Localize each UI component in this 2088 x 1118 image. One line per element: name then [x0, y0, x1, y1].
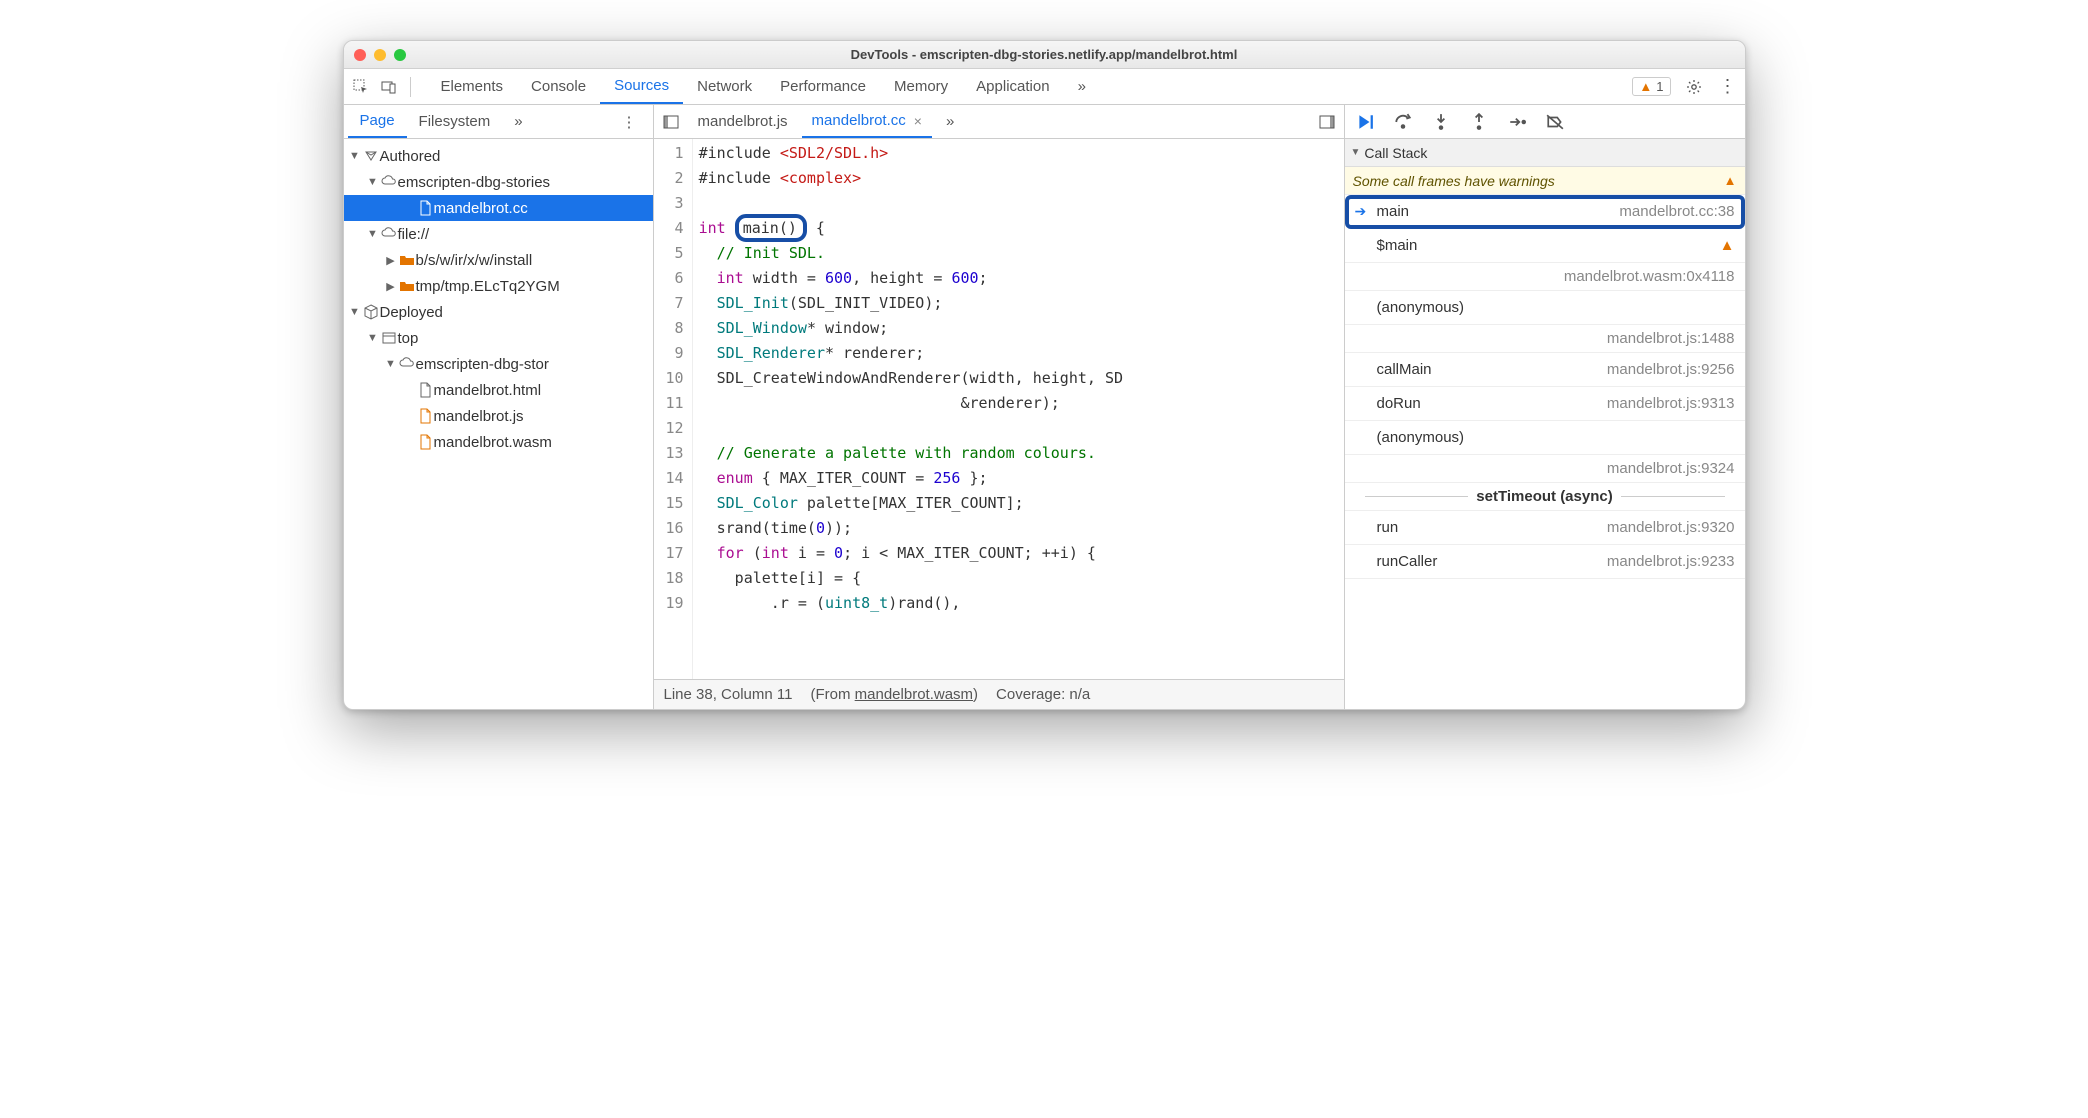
cursor-position: Line 38, Column 11	[664, 686, 793, 703]
window-title: DevTools - emscripten-dbg-stories.netlif…	[344, 47, 1745, 62]
frame-warning-icon: ▲	[1720, 237, 1735, 254]
stack-frame[interactable]: runmandelbrot.js:9320	[1345, 511, 1745, 545]
navigator-tab-page[interactable]: Page	[348, 105, 407, 138]
warning-count: 1	[1656, 79, 1663, 94]
code-content[interactable]: #include <SDL2/SDL.h> #include <complex>…	[693, 139, 1129, 679]
tab-elements[interactable]: Elements	[427, 69, 518, 104]
tree-origin-deployed[interactable]: ▼emscripten-dbg-stor	[344, 351, 653, 377]
step-out-icon[interactable]	[1469, 112, 1489, 132]
coverage-status: Coverage: n/a	[996, 686, 1090, 703]
stack-frame[interactable]: (anonymous)	[1345, 291, 1745, 325]
debugger-panel: ▼Call Stack Some call frames have warnin…	[1345, 105, 1745, 709]
source-from-link[interactable]: mandelbrot.wasm	[855, 686, 973, 703]
source-from: (From mandelbrot.wasm)	[810, 686, 978, 703]
warnings-badge[interactable]: ▲ 1	[1632, 77, 1670, 96]
tree-authored[interactable]: ▼Authored	[344, 143, 653, 169]
navigator-kebab-icon[interactable]: ⋮	[610, 105, 649, 138]
stack-frame-loc[interactable]: mandelbrot.js:9324	[1345, 455, 1745, 483]
tab-performance[interactable]: Performance	[766, 69, 880, 104]
stack-frame-loc[interactable]: mandelbrot.wasm:0x4118	[1345, 263, 1745, 291]
tree-file-html[interactable]: mandelbrot.html	[344, 377, 653, 403]
navigator-tab-filesystem[interactable]: Filesystem	[407, 105, 503, 138]
tab-sources[interactable]: Sources	[600, 69, 683, 104]
settings-icon[interactable]	[1683, 76, 1705, 98]
highlight-main: main()	[735, 214, 807, 242]
panel-tabs: Elements Console Sources Network Perform…	[427, 69, 1100, 104]
editor-tabbar: mandelbrot.js mandelbrot.cc× »	[654, 105, 1344, 139]
stack-frame[interactable]: $main ▲	[1345, 229, 1745, 263]
inspect-element-icon[interactable]	[350, 76, 372, 98]
editor-tab-cc[interactable]: mandelbrot.cc×	[802, 105, 932, 138]
tab-network[interactable]: Network	[683, 69, 766, 104]
code-editor[interactable]: 12345678910111213141516171819 #include <…	[654, 139, 1344, 679]
editor-panel: mandelbrot.js mandelbrot.cc× » 123456789…	[654, 105, 1345, 709]
step-over-icon[interactable]	[1393, 112, 1413, 132]
more-tabs[interactable]: »	[1064, 69, 1100, 104]
tree-deployed[interactable]: ▼Deployed	[344, 299, 653, 325]
tab-console[interactable]: Console	[517, 69, 600, 104]
deactivate-breakpoints-icon[interactable]	[1545, 112, 1565, 132]
stack-frame-current[interactable]: ➔ main mandelbrot.cc:38	[1345, 195, 1745, 229]
resume-icon[interactable]	[1355, 112, 1375, 132]
step-icon[interactable]	[1507, 112, 1527, 132]
tree-file-js[interactable]: mandelbrot.js	[344, 403, 653, 429]
editor-more-tabs[interactable]: »	[936, 105, 964, 138]
editor-tab-js[interactable]: mandelbrot.js	[688, 105, 798, 138]
debugger-toolbar	[1345, 105, 1745, 139]
devtools-window: DevTools - emscripten-dbg-stories.netlif…	[343, 40, 1746, 710]
tree-file-mandelbrot-cc[interactable]: mandelbrot.cc	[344, 195, 653, 221]
call-stack-header[interactable]: ▼Call Stack	[1345, 139, 1745, 167]
toggle-debugger-icon[interactable]	[1314, 114, 1340, 130]
tab-memory[interactable]: Memory	[880, 69, 962, 104]
main-toolbar: Elements Console Sources Network Perform…	[344, 69, 1745, 105]
current-frame-arrow-icon: ➔	[1355, 203, 1371, 220]
navigator-panel: Page Filesystem » ⋮ ▼Authored ▼emscripte…	[344, 105, 654, 709]
stack-frame[interactable]: callMainmandelbrot.js:9256	[1345, 353, 1745, 387]
tree-folder-tmp[interactable]: ▶tmp/tmp.ELcTq2YGM	[344, 273, 653, 299]
tab-application[interactable]: Application	[962, 69, 1063, 104]
call-stack-list: ➔ main mandelbrot.cc:38 $main ▲ mandelbr…	[1345, 195, 1745, 709]
stack-frame[interactable]: (anonymous)	[1345, 421, 1745, 455]
editor-statusbar: Line 38, Column 11 (From mandelbrot.wasm…	[654, 679, 1344, 709]
file-tree: ▼Authored ▼emscripten-dbg-stories mandel…	[344, 139, 653, 709]
call-stack-warning: Some call frames have warnings ▲	[1345, 167, 1745, 195]
navigator-more-tabs[interactable]: »	[502, 105, 534, 138]
line-gutter: 12345678910111213141516171819	[654, 139, 693, 679]
tree-origin-emscripten[interactable]: ▼emscripten-dbg-stories	[344, 169, 653, 195]
stack-frame[interactable]: doRunmandelbrot.js:9313	[1345, 387, 1745, 421]
tree-top[interactable]: ▼top	[344, 325, 653, 351]
tree-file-wasm[interactable]: mandelbrot.wasm	[344, 429, 653, 455]
kebab-menu-icon[interactable]: ⋮	[1717, 76, 1739, 98]
async-boundary: setTimeout (async)	[1345, 483, 1745, 511]
close-tab-icon[interactable]: ×	[914, 113, 922, 129]
stack-frame[interactable]: runCallermandelbrot.js:9233	[1345, 545, 1745, 579]
device-mode-icon[interactable]	[378, 76, 400, 98]
step-into-icon[interactable]	[1431, 112, 1451, 132]
stack-frame-loc[interactable]: mandelbrot.js:1488	[1345, 325, 1745, 353]
warning-icon: ▲	[1724, 173, 1737, 188]
warning-icon: ▲	[1639, 79, 1652, 94]
titlebar: DevTools - emscripten-dbg-stories.netlif…	[344, 41, 1745, 69]
tree-folder-install[interactable]: ▶b/s/w/ir/x/w/install	[344, 247, 653, 273]
divider	[410, 77, 411, 97]
toggle-navigator-icon[interactable]	[658, 114, 684, 130]
tree-file-protocol[interactable]: ▼file://	[344, 221, 653, 247]
